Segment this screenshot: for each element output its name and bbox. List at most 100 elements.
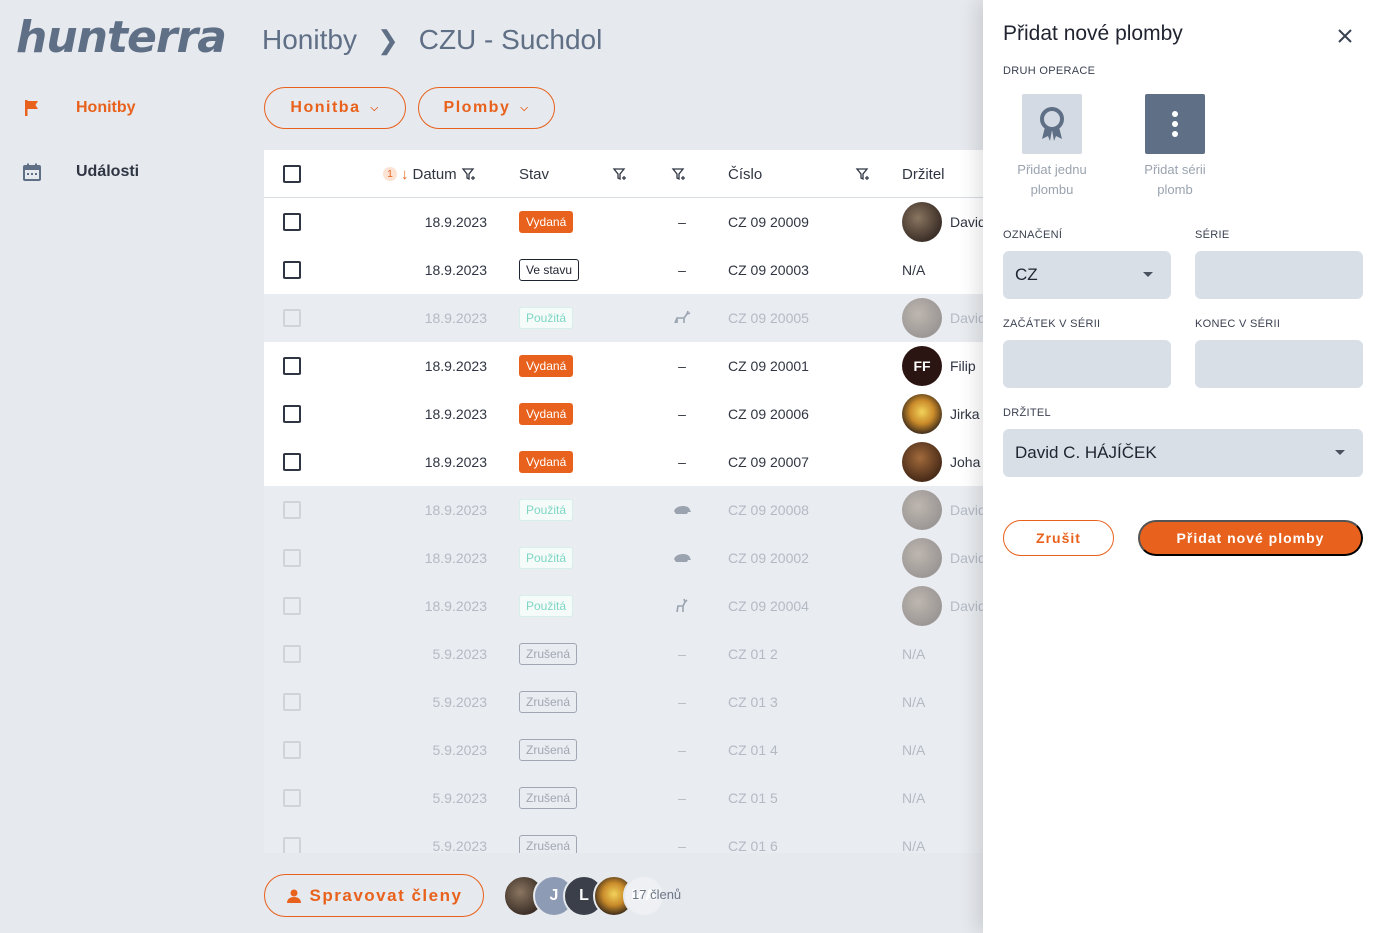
row-checkbox[interactable] [283, 693, 301, 711]
row-checkbox[interactable] [283, 741, 301, 759]
holder-name: Jirka [950, 406, 980, 422]
plomby-label: Plomby [443, 99, 511, 116]
table-body: 18.9.2023 Vydaná – CZ 09 20009 David 18.… [264, 198, 984, 853]
no-animal-dash: – [678, 262, 686, 278]
number-cell: CZ 01 5 [728, 790, 778, 806]
app-logo: hunterra [16, 12, 227, 63]
table-row[interactable]: 18.9.2023 Vydaná – CZ 09 20001 FF Filip [264, 342, 984, 390]
date-cell: 18.9.2023 [424, 310, 487, 326]
row-checkbox[interactable] [283, 549, 301, 567]
holder-cell: David [902, 582, 984, 630]
select-all-checkbox[interactable] [283, 165, 301, 183]
series-start-input[interactable] [1003, 340, 1171, 388]
flag-icon [25, 100, 38, 116]
number-cell: CZ 09 20001 [728, 358, 809, 374]
table-row[interactable]: 18.9.2023 Použitá CZ 09 20008 David [264, 486, 984, 534]
table-row[interactable]: 5.9.2023 Zrušená – CZ 01 5 N/A [264, 774, 984, 822]
single-seal-tile [1022, 94, 1082, 154]
boar-icon [672, 534, 692, 582]
sidebar: Honitby Události [0, 86, 240, 214]
sidebar-item-honitby[interactable]: Honitby [0, 86, 240, 130]
more-vertical-icon [1172, 111, 1178, 137]
row-checkbox[interactable] [283, 309, 301, 327]
manage-members-button[interactable]: Spravovat členy [264, 874, 484, 917]
status-badge: Použitá [519, 595, 574, 617]
holder-select[interactable]: David C. HÁJÍČEK [1003, 429, 1363, 477]
filter-icon[interactable] [612, 150, 628, 198]
date-column-header[interactable]: 1 ↓ Datum [383, 150, 477, 198]
table-row[interactable]: 5.9.2023 Zrušená – CZ 01 6 N/A [264, 822, 984, 853]
seals-table: 1 ↓ Datum Stav Číslo Držitel 18.9.2023 V… [264, 150, 984, 853]
number-cell: CZ 01 4 [728, 742, 778, 758]
breadcrumb-root[interactable]: Honitby [262, 24, 357, 56]
row-checkbox[interactable] [283, 453, 301, 471]
cancel-button[interactable]: Zrušit [1003, 520, 1114, 556]
caret-down-icon [1335, 450, 1345, 455]
add-seals-button[interactable]: Přidat nové plomby [1138, 520, 1363, 556]
filter-icon[interactable] [855, 150, 871, 198]
breadcrumb-current: CZU - Suchdol [418, 24, 603, 55]
row-checkbox[interactable] [283, 261, 301, 279]
status-cell: Vydaná [519, 342, 574, 390]
date-header-label: Datum [412, 165, 457, 183]
status-cell: Použitá [519, 486, 574, 534]
operation-type-label: DRUH OPERACE [1003, 65, 1096, 77]
status-badge: Vydaná [519, 355, 574, 377]
number-cell: CZ 09 20004 [728, 598, 809, 614]
status-badge: Použitá [519, 307, 574, 329]
table-row[interactable]: 18.9.2023 Použitá CZ 09 20004 David [264, 582, 984, 630]
table-row[interactable]: 5.9.2023 Zrušená – CZ 01 2 N/A [264, 630, 984, 678]
date-cell: 18.9.2023 [424, 502, 487, 518]
row-checkbox[interactable] [283, 357, 301, 375]
row-checkbox[interactable] [283, 597, 301, 615]
status-badge: Zrušená [519, 787, 578, 809]
series-end-input[interactable] [1195, 340, 1363, 388]
row-checkbox[interactable] [283, 789, 301, 807]
holder-cell: N/A [902, 678, 925, 726]
no-animal-dash: – [678, 646, 686, 662]
date-cell: 5.9.2023 [432, 646, 488, 662]
holder-name: N/A [902, 646, 926, 662]
table-row[interactable]: 18.9.2023 Ve stavu – CZ 09 20003 N/A [264, 246, 984, 294]
add-single-seal-option[interactable]: Přidat jednu plombu [1002, 94, 1102, 200]
filter-icon[interactable] [461, 166, 477, 182]
holder-cell: N/A [902, 630, 925, 678]
status-cell: Zrušená [519, 630, 578, 678]
table-row[interactable]: 18.9.2023 Vydaná – CZ 09 20009 David [264, 198, 984, 246]
row-checkbox[interactable] [283, 213, 301, 231]
date-cell: 5.9.2023 [432, 838, 488, 853]
table-row[interactable]: 5.9.2023 Zrušená – CZ 01 3 N/A [264, 678, 984, 726]
table-row[interactable]: 18.9.2023 Použitá CZ 09 20002 David [264, 534, 984, 582]
table-row[interactable]: 18.9.2023 Vydaná – CZ 09 20006 Jirka [264, 390, 984, 438]
row-checkbox[interactable] [283, 837, 301, 853]
row-checkbox[interactable] [283, 501, 301, 519]
filter-icon[interactable] [671, 150, 687, 198]
status-badge: Vydaná [519, 211, 574, 233]
row-checkbox[interactable] [283, 645, 301, 663]
plomby-dropdown[interactable]: Plomby ⌵ [418, 87, 555, 129]
table-row[interactable]: 18.9.2023 Vydaná – CZ 09 20007 Joha [264, 438, 984, 486]
status-cell: Zrušená [519, 822, 578, 853]
date-cell: 18.9.2023 [424, 358, 487, 374]
status-badge: Použitá [519, 547, 574, 569]
add-seal-series-option[interactable]: Přidat sérii plomb [1125, 94, 1225, 200]
deer-icon [672, 294, 692, 342]
number-header-label: Číslo [728, 165, 763, 183]
add-seal-series-label: Přidat sérii plomb [1144, 162, 1206, 197]
holder-cell: FF Filip [902, 342, 976, 390]
avatar [902, 442, 942, 482]
member-avatars[interactable]: J L MA [503, 875, 665, 917]
boar-icon [672, 486, 692, 534]
sidebar-item-udalosti[interactable]: Události [0, 150, 240, 194]
oznaceni-select[interactable]: CZ [1003, 251, 1171, 299]
honitba-dropdown[interactable]: Honitba ⌵ [264, 87, 406, 129]
close-icon[interactable] [1334, 25, 1356, 47]
row-checkbox[interactable] [283, 405, 301, 423]
status-cell: Použitá [519, 582, 574, 630]
roe-deer-icon [672, 582, 692, 630]
status-badge: Zrušená [519, 643, 578, 665]
status-cell: Zrušená [519, 726, 578, 774]
serie-input[interactable] [1195, 251, 1363, 299]
table-row[interactable]: 5.9.2023 Zrušená – CZ 01 4 N/A [264, 726, 984, 774]
table-row[interactable]: 18.9.2023 Použitá CZ 09 20005 David [264, 294, 984, 342]
